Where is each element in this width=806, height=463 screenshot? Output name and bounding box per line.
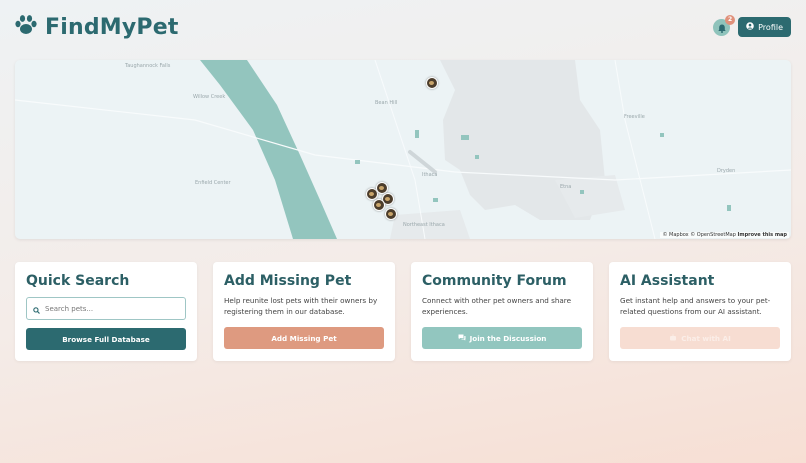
improve-map-link[interactable]: Improve this map	[738, 232, 788, 238]
card-title: Community Forum	[422, 273, 567, 289]
map-label: Willow Creek	[193, 94, 226, 100]
user-icon	[746, 22, 754, 32]
comments-icon	[458, 334, 466, 343]
chat-with-ai-button[interactable]: Chat with AI	[620, 327, 780, 349]
ai-assistant-card: AI Assistant Get instant help and answer…	[609, 262, 791, 361]
map-label: Ithaca	[422, 172, 438, 178]
button-label: Add Missing Pet	[271, 333, 337, 343]
map-label: Northeast Ithaca	[403, 222, 445, 228]
brand[interactable]: FindMyPet	[14, 14, 179, 40]
map-label: Bean Hill	[375, 100, 398, 106]
pet-marker[interactable]	[426, 77, 438, 89]
app-title: FindMyPet	[45, 14, 179, 40]
notification-button[interactable]: 2	[713, 14, 736, 36]
map[interactable]: Taughannock Falls Willow Creek Bean Hill…	[15, 60, 791, 239]
community-forum-card: Community Forum Connect with other pet o…	[411, 262, 593, 361]
button-label: Chat with AI	[681, 333, 731, 343]
quick-search-card: Quick Search Browse Full Database	[15, 262, 197, 361]
card-title: AI Assistant	[620, 273, 715, 289]
map-label: Enfield Center	[195, 180, 231, 186]
notification-badge: 2	[725, 14, 736, 25]
attribution-text: © Mapbox © OpenStreetMap	[662, 232, 736, 238]
browse-database-button[interactable]: Browse Full Database	[26, 328, 186, 350]
card-title: Add Missing Pet	[224, 273, 352, 289]
button-label: Join the Discussion	[469, 333, 547, 343]
card-description: Help reunite lost pets with their owners…	[224, 296, 378, 316]
map-label: Dryden	[717, 168, 736, 174]
search-box[interactable]	[26, 297, 186, 320]
map-label: Freeville	[624, 114, 645, 120]
feature-cards: Quick Search Browse Full Database Add Mi…	[15, 262, 791, 361]
button-label: Browse Full Database	[62, 334, 150, 344]
add-missing-pet-button[interactable]: Add Missing Pet	[224, 327, 384, 349]
card-title: Quick Search	[26, 273, 130, 289]
map-label: Taughannock Falls	[125, 63, 171, 69]
header: FindMyPet 2 Profile	[14, 12, 791, 42]
paw-icon	[14, 14, 38, 40]
card-description: Connect with other pet owners and share …	[422, 296, 572, 316]
map-label: Etna	[560, 184, 572, 190]
header-actions: 2 Profile	[713, 14, 791, 37]
pet-marker[interactable]	[385, 208, 397, 220]
map-attribution: © Mapbox © OpenStreetMap Improve this ma…	[660, 232, 789, 238]
profile-button[interactable]: Profile	[738, 17, 791, 37]
add-missing-pet-card: Add Missing Pet Help reunite lost pets w…	[213, 262, 395, 361]
search-input[interactable]	[45, 304, 175, 313]
robot-icon	[669, 333, 677, 343]
search-icon	[33, 299, 40, 318]
join-discussion-button[interactable]: Join the Discussion	[422, 327, 582, 349]
map-canvas	[15, 60, 791, 239]
card-description: Get instant help and answers to your pet…	[620, 296, 771, 316]
pet-marker[interactable]	[373, 199, 385, 211]
profile-label: Profile	[758, 22, 783, 32]
